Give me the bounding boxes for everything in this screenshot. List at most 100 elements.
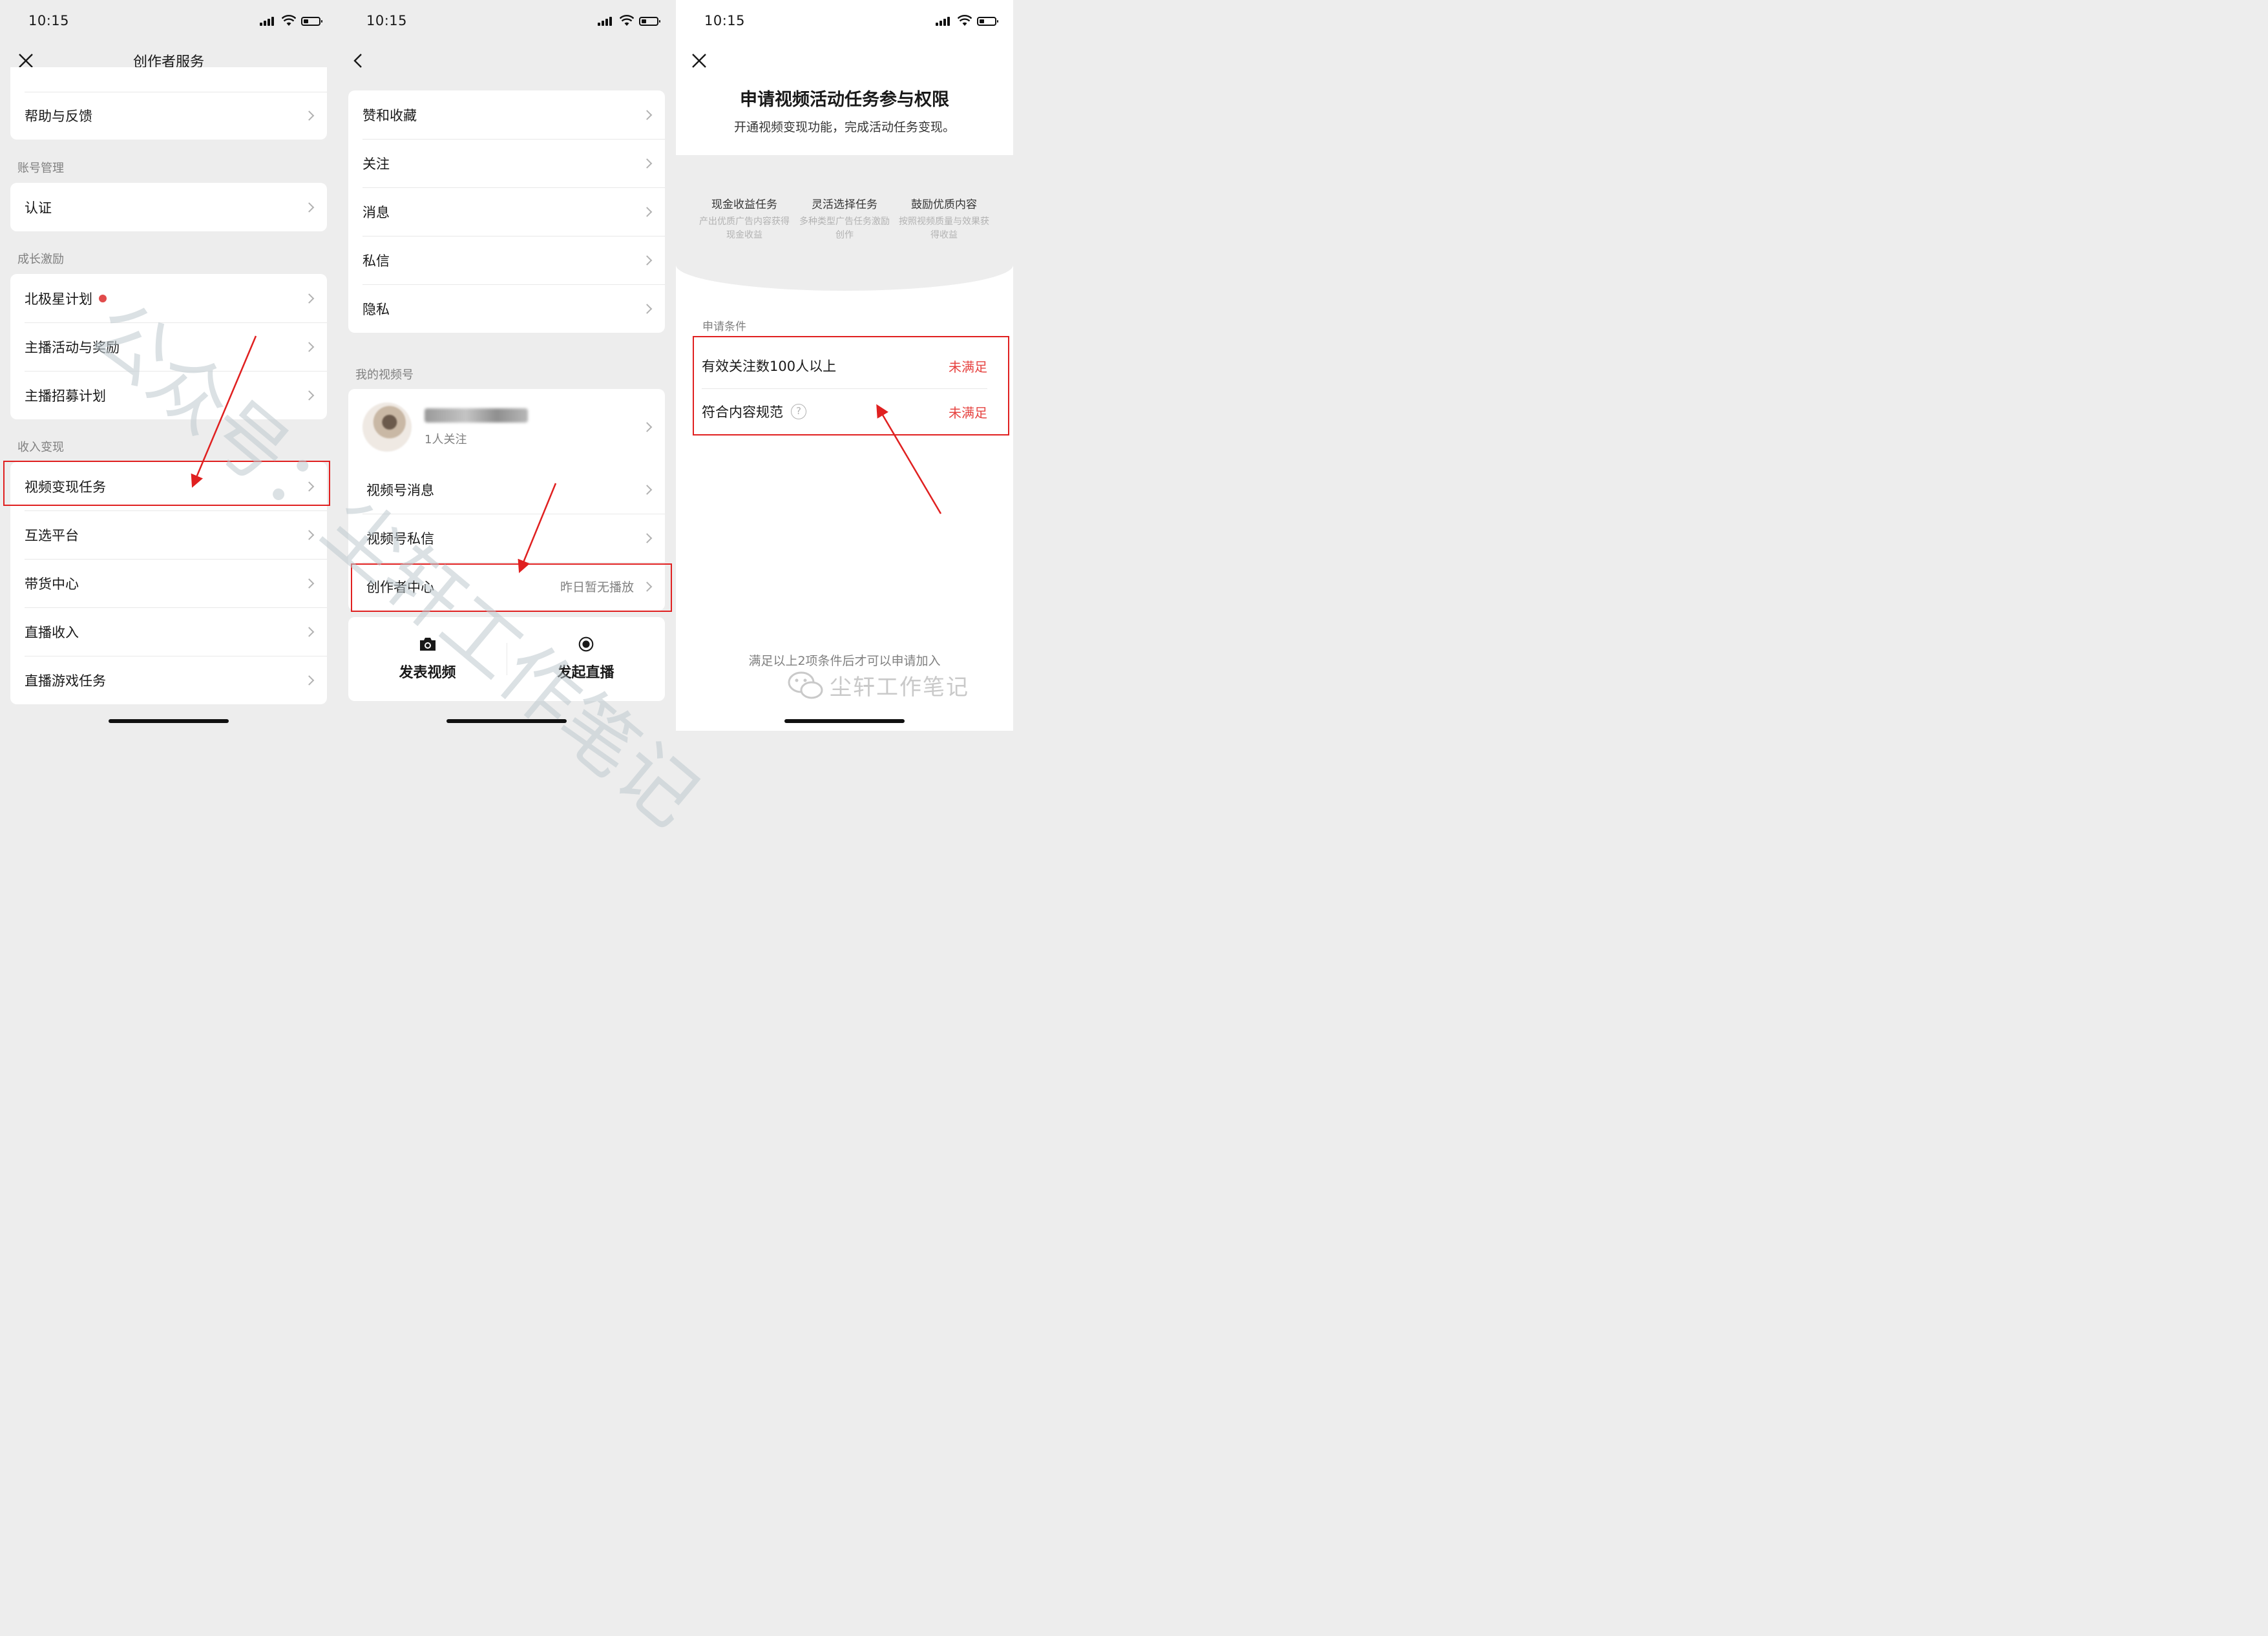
- back-icon[interactable]: [347, 49, 370, 72]
- post-video-button[interactable]: 发表视频: [348, 617, 507, 701]
- list-item-hidden: [10, 67, 327, 92]
- highlight-box: [351, 563, 672, 612]
- feature-quality: 鼓励优质内容 按照视频质量与效果获得收益: [896, 195, 992, 242]
- feature-desc: 产出优质广告内容获得现金收益: [699, 216, 790, 240]
- chevron-right-icon: [642, 255, 653, 266]
- list-item-sales-center[interactable]: 带货中心: [10, 559, 327, 607]
- page-subtitle: 开通视频变现功能，完成活动任务变现。: [733, 120, 955, 134]
- list-item-label: 带货中心: [25, 576, 79, 592]
- start-live-button[interactable]: 发起直播: [507, 617, 665, 701]
- feature-title: 灵活选择任务: [812, 198, 877, 211]
- section-label-account: 账号管理: [17, 162, 64, 175]
- list-item-private-msg[interactable]: 私信: [348, 236, 665, 284]
- navbar: [338, 41, 675, 79]
- chevron-right-icon: [304, 675, 315, 686]
- chevron-right-icon: [304, 202, 315, 213]
- section-label-my-channel: 我的视频号: [355, 368, 414, 382]
- panel-creator-services: 10:15 创作者服务 帮助与反馈 账号管理 认证 成长激励 北极星计划 主播活…: [0, 0, 337, 731]
- chevron-right-icon: [304, 390, 315, 401]
- profile-row[interactable]: 1人关注: [348, 389, 665, 465]
- status-bar: 10:15: [0, 0, 337, 41]
- list-item-mutual-platform[interactable]: 互选平台: [10, 510, 327, 559]
- footer-note: 满足以上2项条件后才可以申请加入: [748, 654, 941, 668]
- card-account: 认证: [10, 183, 327, 231]
- list-item-channel-msg[interactable]: 视频号消息: [348, 465, 665, 514]
- list-item-label: 视频号消息: [366, 482, 434, 498]
- list-item-label: 帮助与反馈: [25, 109, 92, 124]
- home-indicator: [446, 719, 567, 723]
- list-item-label: 互选平台: [25, 527, 79, 543]
- list-item-label: 视频号私信: [366, 530, 434, 547]
- battery-icon: [639, 17, 660, 26]
- feature-desc: 按照视频质量与效果获得收益: [899, 216, 989, 240]
- status-time: 10:15: [28, 13, 70, 28]
- list-item-verification[interactable]: 认证: [10, 183, 327, 231]
- chevron-right-icon: [304, 293, 315, 304]
- list-item-help-feedback[interactable]: 帮助与反馈: [10, 92, 327, 140]
- battery-icon: [301, 17, 322, 26]
- watermark-brand: 尘轩工作笔记: [787, 669, 969, 701]
- home-indicator: [784, 719, 905, 723]
- section-label-income: 收入变现: [17, 441, 64, 454]
- home-indicator: [109, 719, 229, 723]
- chevron-right-icon: [642, 206, 653, 217]
- watermark-brand-text: 尘轩工作笔记: [830, 675, 969, 700]
- status-time: 10:15: [704, 13, 746, 28]
- chevron-right-icon: [304, 529, 315, 540]
- list-item-label: 北极星计划: [25, 291, 92, 307]
- list-item-polaris[interactable]: 北极星计划: [10, 274, 327, 322]
- feature-banner: 现金收益任务 产出优质广告内容获得现金收益 灵活选择任务 多种类型广告任务激励创…: [676, 155, 1013, 291]
- page-title: 申请视频活动任务参与权限: [740, 90, 949, 110]
- chevron-right-icon: [304, 578, 315, 589]
- battery-icon: [977, 17, 998, 26]
- signal-icon: [936, 17, 951, 26]
- status-time: 10:15: [366, 13, 408, 28]
- list-item-label: 隐私: [362, 301, 390, 317]
- list-item-live-income[interactable]: 直播收入: [10, 607, 327, 656]
- list-item-label: 认证: [25, 200, 52, 216]
- list-item-anchor-activity[interactable]: 主播活动与奖励: [10, 322, 327, 371]
- list-item-label: 直播收入: [25, 624, 79, 640]
- chevron-right-icon: [642, 303, 653, 314]
- wifi-icon: [958, 15, 972, 26]
- navbar: [676, 41, 1013, 79]
- start-live-label: 发起直播: [557, 665, 614, 681]
- avatar: [362, 403, 412, 452]
- panel-settings: 10:15 赞和收藏 关注 消息 私信 隐私 我的视频号 1人关注 视频号消息 …: [338, 0, 675, 731]
- chevron-right-icon: [304, 341, 315, 352]
- list-item-live-game[interactable]: 直播游戏任务: [10, 656, 327, 704]
- highlight-box: [693, 336, 1009, 435]
- chevron-right-icon: [642, 484, 653, 495]
- panel-apply-permission: 现金收益任务 产出优质广告内容获得现金收益 灵活选择任务 多种类型广告任务激励创…: [676, 0, 1013, 731]
- status-bar: 10:15: [676, 0, 1013, 41]
- list-item-label: 直播游戏任务: [25, 673, 106, 689]
- notification-dot: [99, 294, 107, 302]
- chevron-right-icon: [304, 110, 315, 121]
- list-item-follow[interactable]: 关注: [348, 139, 665, 187]
- wifi-icon: [282, 15, 296, 26]
- list-item-privacy[interactable]: 隐私: [348, 284, 665, 333]
- wechat-icon: [788, 671, 823, 698]
- signal-icon: [598, 17, 613, 26]
- list-item-likes[interactable]: 赞和收藏: [348, 90, 665, 139]
- feature-flexible: 灵活选择任务 多种类型广告任务激励创作: [796, 195, 893, 242]
- chevron-right-icon: [304, 626, 315, 637]
- conditions-label: 申请条件: [702, 320, 746, 333]
- signal-icon: [260, 17, 275, 26]
- list-item-messages[interactable]: 消息: [348, 187, 665, 236]
- list-item-label: 私信: [362, 253, 390, 269]
- list-item-label: 赞和收藏: [362, 107, 417, 123]
- list-item-channel-private[interactable]: 视频号私信: [348, 514, 665, 562]
- action-bar: 发表视频 发起直播: [348, 617, 665, 701]
- chevron-right-icon: [642, 532, 653, 543]
- feature-cash: 现金收益任务 产出优质广告内容获得现金收益: [696, 195, 793, 242]
- post-video-label: 发表视频: [399, 665, 456, 681]
- list-item-anchor-recruit[interactable]: 主播招募计划: [10, 371, 327, 419]
- list-item-label: 关注: [362, 156, 390, 172]
- close-icon[interactable]: [688, 49, 711, 72]
- list-item-label: 主播招募计划: [25, 388, 106, 404]
- list-item-label: 主播活动与奖励: [25, 339, 120, 355]
- card-help: 帮助与反馈: [10, 67, 327, 140]
- card-interactions: 赞和收藏 关注 消息 私信 隐私: [348, 90, 665, 333]
- feature-desc: 多种类型广告任务激励创作: [799, 216, 890, 240]
